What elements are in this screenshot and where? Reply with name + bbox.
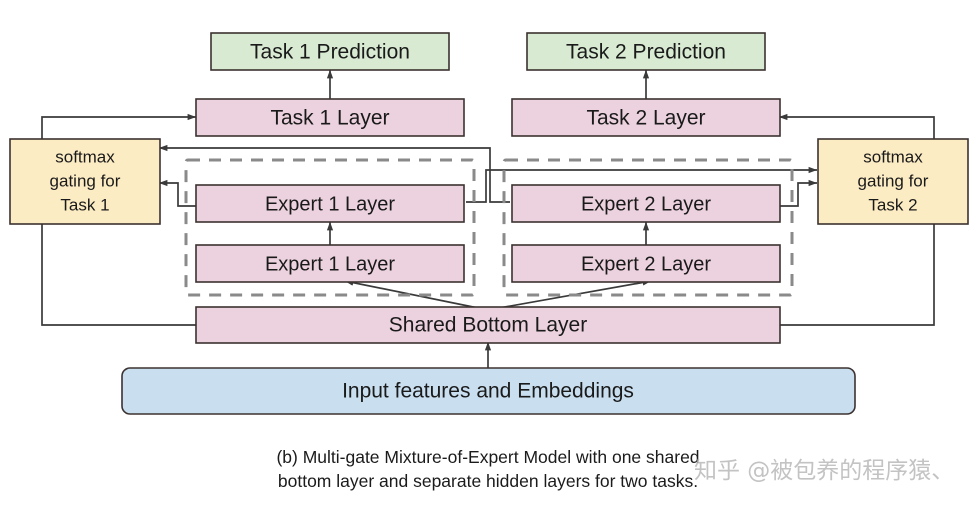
gate-task2-label-line2: gating for xyxy=(858,171,929,190)
node-gate-task1[interactable]: softmax gating for Task 1 xyxy=(9,138,161,225)
task1-layer-label: Task 1 Layer xyxy=(270,107,389,130)
gate-task1-label-line1: softmax xyxy=(55,147,115,166)
expert2-upper-label: Expert 2 Layer xyxy=(581,193,711,215)
task1-prediction-label: Task 1 Prediction xyxy=(250,41,410,64)
node-shared-bottom-layer[interactable]: Shared Bottom Layer xyxy=(195,306,781,344)
gate-task1-label-line3: Task 1 xyxy=(60,195,109,214)
canvas-background xyxy=(0,0,980,514)
gate-task2-label-line3: Task 2 xyxy=(868,195,917,214)
node-task2-layer[interactable]: Task 2 Layer xyxy=(511,98,781,137)
task2-layer-label: Task 2 Layer xyxy=(586,107,705,130)
expert2-lower-label: Expert 2 Layer xyxy=(581,253,711,275)
node-gate-task2[interactable]: softmax gating for Task 2 xyxy=(817,138,969,225)
mmoe-diagram: Task 1 Prediction Task 2 Prediction Task… xyxy=(0,0,980,514)
caption-line-1: (b) Multi-gate Mixture-of-Expert Model w… xyxy=(276,447,699,467)
node-input-features[interactable]: Input features and Embeddings xyxy=(121,367,856,415)
node-expert1-lower[interactable]: Expert 1 Layer xyxy=(195,244,465,283)
watermark-label: 知乎 @被包养的程序猿、 xyxy=(694,458,954,484)
node-task1-layer[interactable]: Task 1 Layer xyxy=(195,98,465,137)
node-expert2-upper[interactable]: Expert 2 Layer xyxy=(511,184,781,223)
node-task1-prediction[interactable]: Task 1 Prediction xyxy=(210,32,450,71)
node-task2-prediction[interactable]: Task 2 Prediction xyxy=(526,32,766,71)
shared-bottom-layer-label: Shared Bottom Layer xyxy=(389,314,587,337)
gate-task2-label-line1: softmax xyxy=(863,147,923,166)
task2-prediction-label: Task 2 Prediction xyxy=(566,41,726,64)
node-expert1-upper[interactable]: Expert 1 Layer xyxy=(195,184,465,223)
gate-task1-label-line2: gating for xyxy=(50,171,121,190)
caption-line-2: bottom layer and separate hidden layers … xyxy=(278,471,698,491)
expert1-lower-label: Expert 1 Layer xyxy=(265,253,395,275)
node-expert2-lower[interactable]: Expert 2 Layer xyxy=(511,244,781,283)
input-features-label: Input features and Embeddings xyxy=(342,380,634,403)
expert1-upper-label: Expert 1 Layer xyxy=(265,193,395,215)
